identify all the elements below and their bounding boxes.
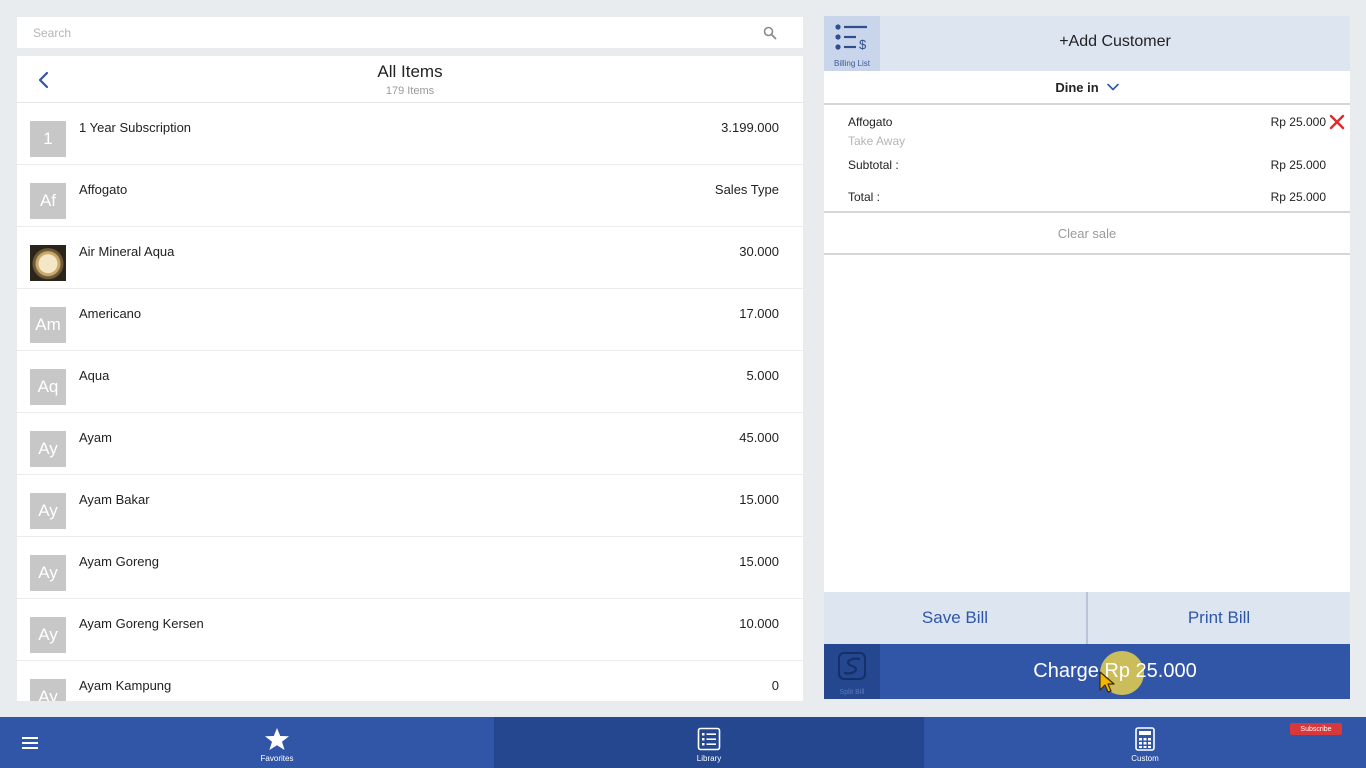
item-price: 15.000 xyxy=(739,554,779,569)
save-bill-button[interactable]: Save Bill xyxy=(824,592,1086,644)
item-thumbnail: 1 xyxy=(30,120,66,157)
total-label: Total : xyxy=(848,190,881,204)
item-thumbnail: Ay xyxy=(30,616,66,653)
items-panel: All Items 179 Items 1 1 Year Subscriptio… xyxy=(17,56,803,701)
item-price: 15.000 xyxy=(739,492,779,507)
items-count: 179 Items xyxy=(385,85,435,97)
order-item-name[interactable]: Affogato xyxy=(848,115,892,129)
item-name: 1 Year Subscription xyxy=(79,120,192,135)
tab-label: Library xyxy=(696,754,722,763)
item-name: Air Mineral Aqua xyxy=(79,244,175,259)
bill-actions: Save Bill Print Bill xyxy=(824,592,1350,644)
bottom-nav: Favorites Library Custom Subscribe xyxy=(0,717,1366,768)
item-thumbnail: Ay xyxy=(30,554,66,591)
list-item[interactable]: Am Americano 17.000 xyxy=(17,289,803,351)
item-name: Affogato xyxy=(79,182,128,197)
item-list: 1 1 Year Subscription 3.199.000 Af Affog… xyxy=(17,103,803,701)
list-item[interactable]: Ay Ayam 45.000 xyxy=(17,413,803,475)
item-name: Americano xyxy=(79,306,142,321)
charge-button[interactable]: Charge Rp 25.000 xyxy=(880,644,1350,699)
charge-row: Split Bill Charge Rp 25.000 xyxy=(824,644,1350,699)
dine-option-select[interactable]: Dine in xyxy=(824,71,1350,105)
item-name: Ayam Goreng Kersen xyxy=(79,616,204,631)
total-value: Rp 25.000 xyxy=(1270,190,1326,204)
item-name: Ayam Kampung xyxy=(79,678,172,693)
split-bill-label: Split Bill xyxy=(839,689,865,696)
tab-custom[interactable]: Custom Subscribe xyxy=(924,717,1366,768)
add-customer-button[interactable]: +Add Customer xyxy=(880,33,1350,51)
list-icon xyxy=(697,727,721,751)
list-item[interactable]: Ay Ayam Goreng 15.000 xyxy=(17,537,803,599)
list-item[interactable]: Ay Ayam Kampung 0 xyxy=(17,661,803,701)
page-title: All Items xyxy=(377,62,443,81)
clear-sale-button[interactable]: Clear sale xyxy=(824,213,1350,255)
item-thumbnail: Aq xyxy=(30,368,66,405)
item-name: Aqua xyxy=(79,368,110,383)
item-thumbnail: Af xyxy=(30,182,66,219)
svg-text:$: $ xyxy=(859,37,867,52)
item-thumbnail: Ay xyxy=(30,492,66,529)
item-price: 0 xyxy=(771,678,779,693)
item-price: 3.199.000 xyxy=(721,120,779,135)
bill-panel: $ Billing List +Add Customer Dine in Aff… xyxy=(824,16,1350,699)
subtotal-value: Rp 25.000 xyxy=(1270,158,1326,172)
billing-list-button[interactable]: $ Billing List xyxy=(824,16,880,71)
billing-list-icon: $ xyxy=(835,24,867,52)
item-price: 17.000 xyxy=(739,306,779,321)
order-summary: Affogato Take Away Rp 25.000 Subtotal : … xyxy=(824,105,1350,213)
item-name: Ayam Bakar xyxy=(79,492,150,507)
list-item[interactable]: Air Mineral Aqua 30.000 xyxy=(17,227,803,289)
calculator-icon xyxy=(1135,727,1155,751)
subscribe-badge[interactable]: Subscribe xyxy=(1290,723,1342,735)
search-input[interactable] xyxy=(33,25,763,40)
item-name: Ayam Goreng xyxy=(79,554,159,569)
item-price: 10.000 xyxy=(739,616,779,631)
tab-label: Custom xyxy=(1131,754,1159,763)
bill-header: $ Billing List +Add Customer xyxy=(824,16,1350,71)
item-price: Sales Type xyxy=(714,182,779,197)
item-thumbnail: Ay xyxy=(30,678,66,701)
items-header: All Items 179 Items xyxy=(17,56,803,103)
hamburger-menu-icon[interactable] xyxy=(0,717,60,768)
item-name: Ayam xyxy=(79,430,112,445)
item-photo xyxy=(30,244,66,281)
tab-label: Favorites xyxy=(260,754,294,763)
item-thumbnail: Am xyxy=(30,306,66,343)
chevron-down-icon xyxy=(1106,78,1119,96)
dine-option-label: Dine in xyxy=(1055,79,1099,95)
subtotal-label: Subtotal : xyxy=(848,158,899,172)
split-bill-button[interactable]: Split Bill xyxy=(824,644,880,699)
list-item[interactable]: 1 1 Year Subscription 3.199.000 xyxy=(17,103,803,165)
order-item-sales-type: Take Away xyxy=(848,134,906,148)
search-bar xyxy=(17,17,803,48)
item-price: 45.000 xyxy=(739,430,779,445)
billing-list-label: Billing List xyxy=(833,59,870,68)
tab-favorites[interactable]: Favorites xyxy=(60,717,494,768)
print-bill-button[interactable]: Print Bill xyxy=(1088,592,1350,644)
list-item[interactable]: Aq Aqua 5.000 xyxy=(17,351,803,413)
list-item[interactable]: Ay Ayam Goreng Kersen 10.000 xyxy=(17,599,803,661)
order-item-price: Rp 25.000 xyxy=(1270,115,1326,129)
search-icon[interactable] xyxy=(763,26,777,40)
item-price: 30.000 xyxy=(739,244,779,259)
tab-library[interactable]: Library xyxy=(494,717,924,768)
star-icon xyxy=(265,728,289,750)
remove-item-icon[interactable] xyxy=(1329,114,1345,130)
list-item[interactable]: Af Affogato Sales Type xyxy=(17,165,803,227)
split-bill-icon xyxy=(838,652,866,680)
item-thumbnail: Ay xyxy=(30,430,66,467)
mouse-cursor-icon xyxy=(1099,671,1115,693)
item-price: 5.000 xyxy=(746,368,779,383)
list-item[interactable]: Ay Ayam Bakar 15.000 xyxy=(17,475,803,537)
